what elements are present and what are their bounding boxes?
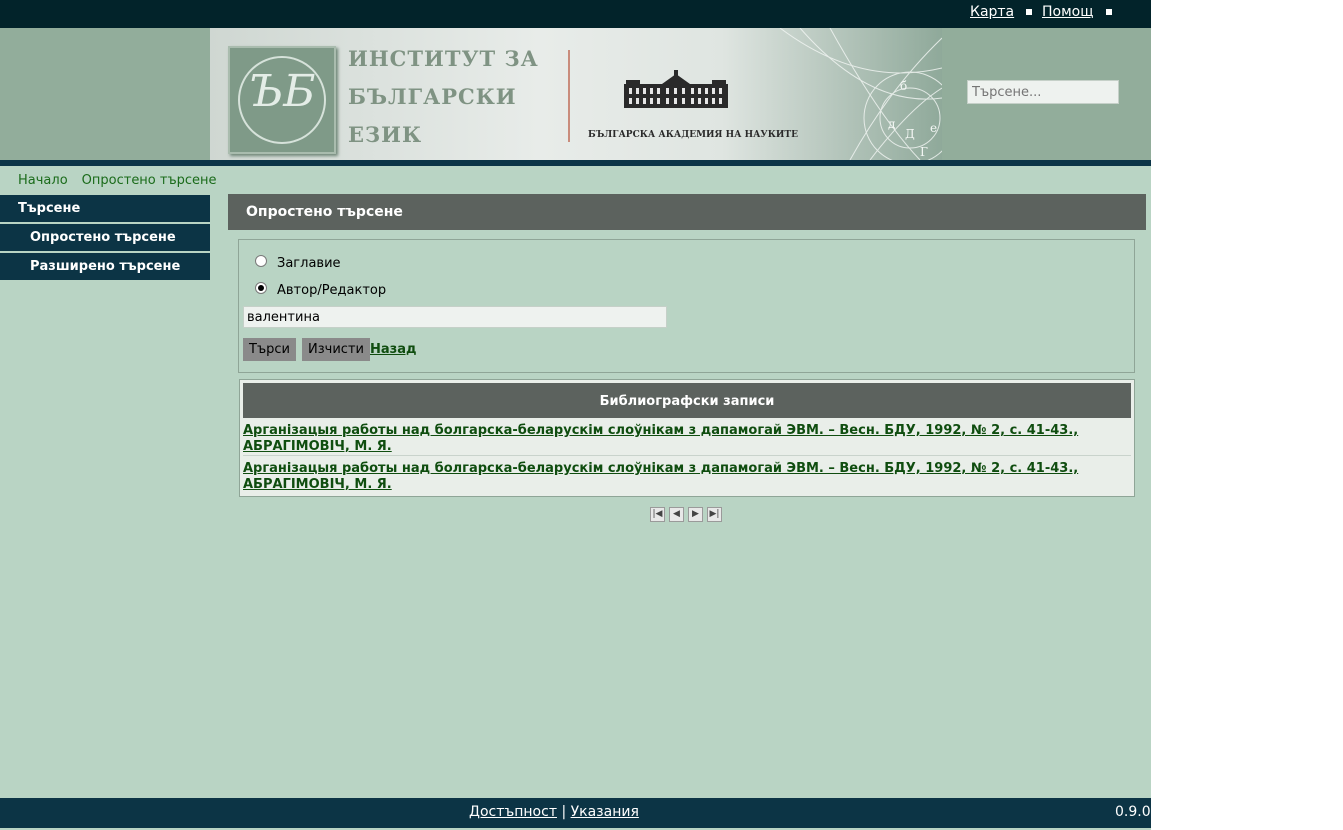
institute-name-line: ИНСТИТУТ ЗА: [348, 46, 539, 71]
back-link[interactable]: Назад: [370, 342, 416, 357]
prev-page-icon[interactable]: ◀: [669, 507, 684, 522]
clear-button[interactable]: Изчисти: [302, 338, 370, 361]
svg-text:д: д: [888, 117, 895, 131]
sidebar-heading[interactable]: Търсене: [0, 195, 210, 222]
next-page-icon[interactable]: ▶: [688, 507, 703, 522]
results-heading: Библиографски записи: [243, 383, 1131, 418]
author-radio[interactable]: [255, 282, 267, 294]
search-form: Заглавие Автор/Редактор Търси Изчисти На…: [238, 239, 1135, 373]
breadcrumb-current[interactable]: Опростено търсене: [82, 173, 217, 188]
sidebar-item-simple-search[interactable]: Опростено търсене: [0, 224, 210, 251]
bullet-icon: [1026, 9, 1032, 15]
svg-text:Д: Д: [905, 127, 915, 141]
sidebar-item-advanced-search[interactable]: Разширено търсене: [0, 253, 210, 280]
result-record-link[interactable]: Арганізацыя работы над болгарска-беларус…: [243, 461, 1131, 493]
accessibility-link[interactable]: Достъпност: [469, 804, 557, 820]
decorative-swirl-icon: б д Д Г е: [779, 28, 942, 160]
bullet-icon: [1106, 9, 1112, 15]
title-radio[interactable]: [255, 255, 267, 267]
institute-logo-icon: ЪБ: [228, 46, 336, 154]
row-divider: [243, 455, 1131, 456]
top-bar: Карта Помощ: [0, 0, 1151, 28]
record-author[interactable]: АБРАГІМОВІЧ, М. Я.: [243, 439, 1131, 455]
institute-name-line: ЕЗИК: [348, 122, 423, 147]
author-radio-label: Автор/Редактор: [277, 283, 387, 298]
academy-name: БЪЛГАРСКА АКАДЕМИЯ НА НАУКИТЕ: [588, 130, 798, 140]
version-label: 0.9.0: [1115, 804, 1151, 820]
svg-text:е: е: [930, 121, 937, 135]
record-title[interactable]: Арганізацыя работы над болгарска-беларус…: [243, 461, 1131, 477]
divider: [568, 50, 570, 142]
query-input[interactable]: [243, 306, 667, 328]
footer: Достъпност | Указания 0.9.0: [0, 798, 1151, 828]
search-button[interactable]: Търси: [243, 338, 296, 361]
page-title: Опростено търсене: [228, 194, 1146, 230]
page: Карта Помощ ЪБ ИНСТИТУТ ЗА БЪЛГАРСКИ ЕЗИ…: [0, 0, 1151, 830]
record-title[interactable]: Арганізацыя работы над болгарска-беларус…: [243, 423, 1131, 439]
header-divider: [0, 160, 1151, 166]
svg-text:б: б: [900, 79, 907, 93]
record-author[interactable]: АБРАГІМОВІЧ, М. Я.: [243, 477, 1131, 493]
breadcrumb: Начало Опростено търсене: [18, 173, 231, 188]
academy-building-icon: [624, 70, 728, 108]
map-link[interactable]: Карта: [970, 4, 1014, 20]
site-search-input[interactable]: [967, 80, 1119, 104]
header: ЪБ ИНСТИТУТ ЗА БЪЛГАРСКИ ЕЗИК БЪЛГАРСКА …: [0, 28, 1151, 160]
results-table: Библиографски записи Арганізацыя работы …: [239, 379, 1135, 497]
footer-separator: |: [561, 804, 567, 820]
institute-name-line: БЪЛГАРСКИ: [348, 84, 517, 109]
svg-text:Г: Г: [920, 145, 928, 159]
first-page-icon[interactable]: |◀: [650, 507, 665, 522]
result-record-link[interactable]: Арганізацыя работы над болгарска-беларус…: [243, 423, 1131, 455]
footer-links: Достъпност | Указания: [469, 804, 639, 820]
title-radio-label: Заглавие: [277, 256, 341, 271]
guidelines-link[interactable]: Указания: [571, 804, 639, 820]
breadcrumb-home[interactable]: Начало: [18, 173, 68, 188]
last-page-icon[interactable]: ▶|: [707, 507, 722, 522]
banner: ЪБ ИНСТИТУТ ЗА БЪЛГАРСКИ ЕЗИК БЪЛГАРСКА …: [210, 28, 942, 160]
help-link[interactable]: Помощ: [1042, 4, 1093, 20]
